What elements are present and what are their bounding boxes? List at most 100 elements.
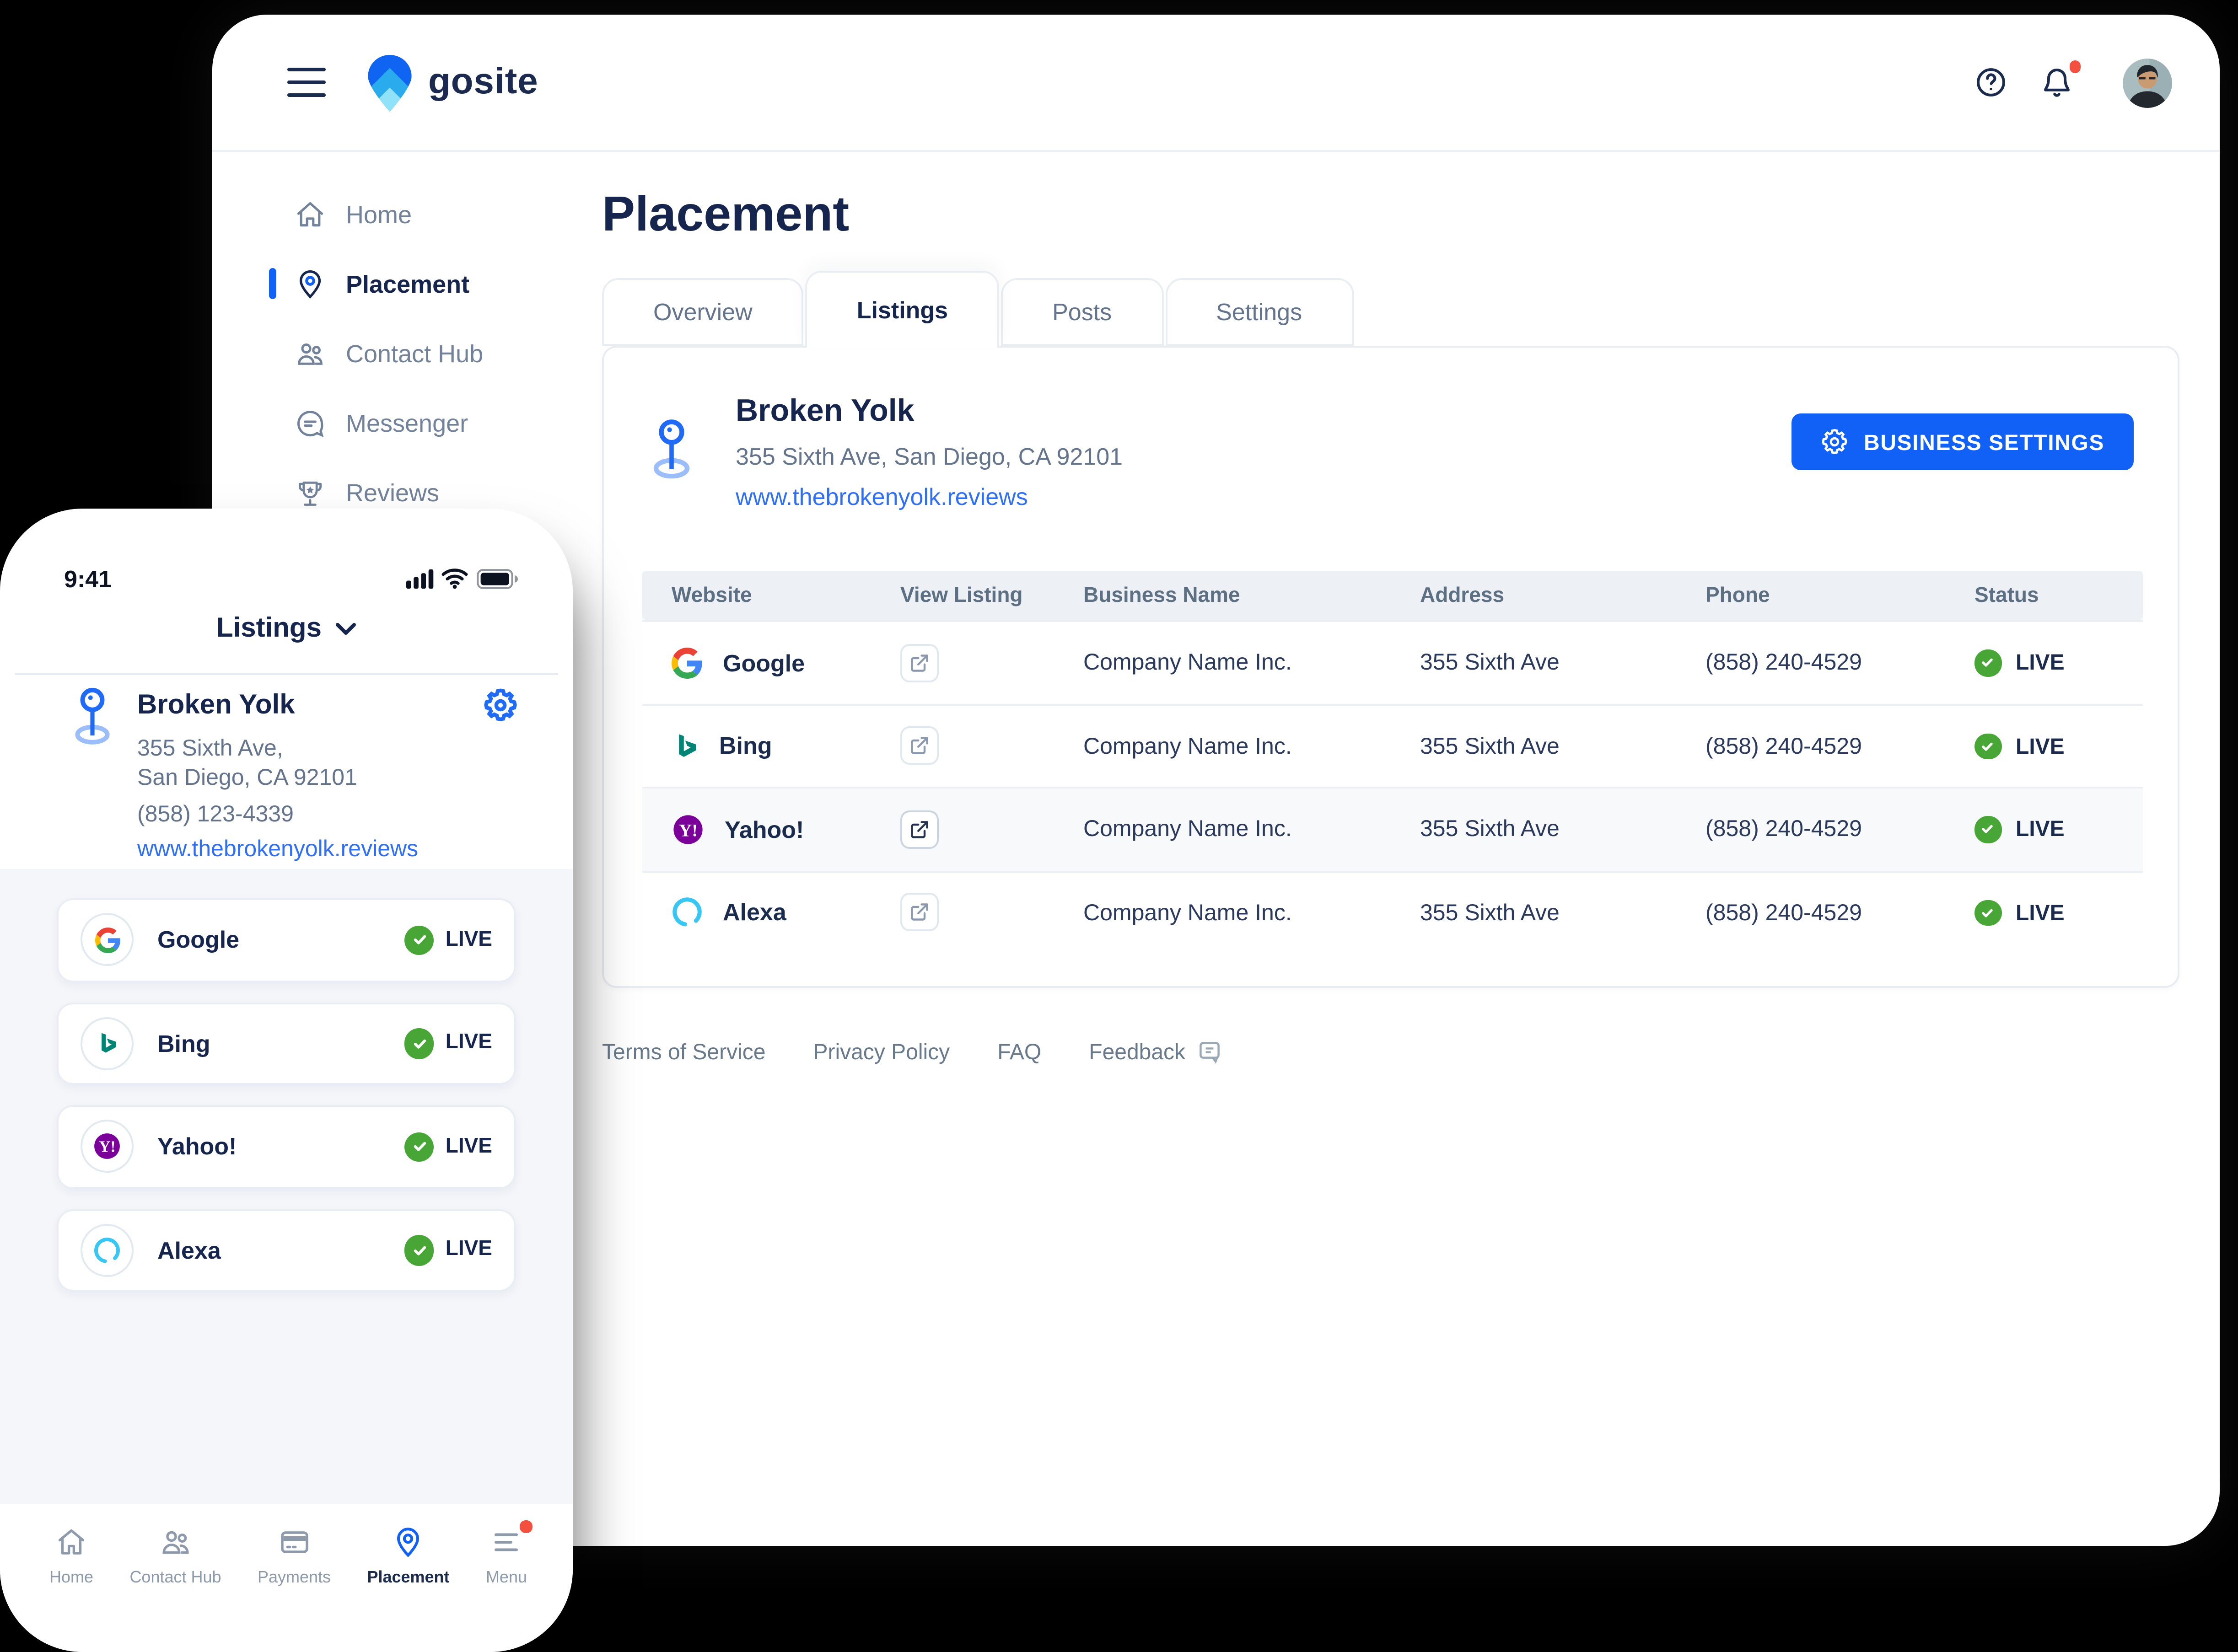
table-row-yahoo: Y! Yahoo! Company Name Inc. 355 Sixth Av…: [642, 787, 2143, 870]
chevron-down-icon: [335, 622, 355, 634]
home-icon: [55, 1526, 88, 1559]
business-website-link[interactable]: www.thebrokenyolk.reviews: [736, 483, 1028, 510]
status-badge: LIVE: [404, 1235, 492, 1265]
business-address: 355 Sixth Ave, San Diego, CA 92101: [736, 443, 1123, 470]
google-icon: [672, 647, 702, 678]
phone-page-selector[interactable]: Listings: [0, 613, 573, 644]
business-address-line2: San Diego, CA 92101: [137, 765, 357, 790]
phone-bottom-nav: Home Contact Hub Payments Placement Menu: [0, 1504, 573, 1652]
sidebar-item-placement[interactable]: Placement: [212, 249, 587, 318]
feedback-bubble-icon: [1199, 1042, 1219, 1064]
tab-overview[interactable]: Overview: [602, 278, 804, 346]
col-view-listing: View Listing: [900, 585, 1023, 606]
menu-icon: [490, 1520, 532, 1559]
sidebar-item-home[interactable]: Home: [212, 179, 587, 249]
alexa-icon: [81, 1223, 134, 1277]
sidebar-item-label: Home: [346, 200, 412, 228]
col-status: Status: [1974, 585, 2039, 606]
phone-mockup: 9:41 Listings Broken Yolk 355 Sixth Ave,…: [0, 509, 573, 1652]
nav-item-contact-hub[interactable]: Contact Hub: [129, 1526, 221, 1652]
list-item-bing[interactable]: Bing LIVE: [57, 1002, 516, 1085]
view-listing-button[interactable]: [900, 644, 939, 682]
business-address-line1: 355 Sixth Ave,: [137, 735, 283, 761]
col-website: Website: [672, 585, 752, 606]
footer: Terms of Service Privacy Policy FAQ Feed…: [602, 1039, 1222, 1065]
sidebar: Home Placement Contact Hub Messenger Rev…: [212, 179, 587, 527]
view-listing-button[interactable]: [900, 727, 939, 765]
status-badge: LIVE: [1974, 733, 2143, 759]
business-phone: (858) 123-4339: [137, 801, 294, 827]
footer-link-feedback[interactable]: Feedback: [1089, 1039, 1222, 1065]
phone-listings-list: Google LIVE Bing LIVE Y! Yahoo! LIVE Ale…: [0, 869, 573, 1504]
footer-link-privacy[interactable]: Privacy Policy: [813, 1039, 950, 1065]
tab-posts[interactable]: Posts: [1001, 278, 1163, 346]
external-link-icon: [911, 737, 928, 755]
gear-icon: [1821, 429, 1846, 454]
sidebar-item-messenger[interactable]: Messenger: [212, 388, 587, 457]
business-settings-button[interactable]: BUSINESS SETTINGS: [1791, 413, 2134, 470]
hamburger-menu-icon[interactable]: [287, 67, 326, 98]
sidebar-item-label: Contact Hub: [346, 339, 484, 367]
business-name: Broken Yolk: [736, 393, 915, 428]
table-header: Website View Listing Business Name Addre…: [642, 571, 2143, 620]
list-item-yahoo[interactable]: Y! Yahoo! LIVE: [57, 1105, 516, 1188]
brand-name: gosite: [428, 61, 538, 102]
status-bar-icons: [406, 567, 520, 589]
nav-item-placement[interactable]: Placement: [367, 1526, 450, 1652]
yahoo-icon: Y!: [81, 1120, 134, 1173]
tab-listings[interactable]: Listings: [805, 271, 1000, 348]
col-address: Address: [1420, 585, 1505, 606]
view-listing-button[interactable]: [900, 810, 939, 848]
col-phone: Phone: [1705, 585, 1770, 606]
cellular-signal-icon: [406, 568, 434, 588]
yahoo-icon: Y!: [673, 815, 703, 844]
business-name: Broken Yolk: [137, 690, 295, 721]
main-content: Placement Overview Listings Posts Settin…: [602, 15, 2220, 1546]
col-business-name: Business Name: [1083, 585, 1240, 606]
nav-item-payments[interactable]: Payments: [258, 1526, 331, 1652]
business-website-link[interactable]: www.thebrokenyolk.reviews: [137, 836, 418, 862]
chat-icon: [297, 410, 324, 436]
tab-settings[interactable]: Settings: [1165, 278, 1354, 346]
alexa-icon: [672, 898, 702, 927]
contacts-icon: [298, 343, 323, 364]
view-listing-button[interactable]: [900, 893, 939, 932]
business-settings-gear-icon[interactable]: [483, 688, 518, 723]
google-icon: [81, 913, 134, 966]
menu-notification-dot: [520, 1520, 532, 1532]
sidebar-item-contact-hub[interactable]: Contact Hub: [212, 318, 587, 388]
table-row-alexa: Alexa Company Name Inc. 355 Sixth Ave (8…: [642, 870, 2143, 953]
tab-bar: Overview Listings Posts Settings: [602, 271, 1355, 348]
status-badge: LIVE: [1974, 649, 2143, 676]
listings-panel: Broken Yolk 355 Sixth Ave, San Diego, CA…: [602, 346, 2179, 988]
battery-icon: [477, 568, 518, 588]
svg-text:Y!: Y!: [679, 820, 698, 840]
list-item-alexa[interactable]: Alexa LIVE: [57, 1208, 516, 1292]
footer-link-terms[interactable]: Terms of Service: [602, 1039, 765, 1065]
sidebar-item-label: Reviews: [346, 478, 440, 506]
status-badge: LIVE: [1974, 899, 2143, 926]
marketing-composite: gosite Home Placement Contact Hub Messen…: [0, 0, 2238, 1652]
status-bar-time: 9:41: [64, 565, 112, 593]
placement-pin-icon: [299, 269, 321, 298]
table-row-google: Google Company Name Inc. 355 Sixth Ave (…: [642, 620, 2143, 703]
status-badge: LIVE: [1974, 816, 2143, 842]
list-item-google[interactable]: Google LIVE: [57, 898, 516, 982]
status-badge: LIVE: [404, 1132, 492, 1162]
bing-icon: [81, 1017, 134, 1070]
divider: [15, 673, 558, 675]
footer-link-faq[interactable]: FAQ: [997, 1039, 1041, 1065]
contacts-icon: [159, 1526, 192, 1559]
credit-card-icon: [278, 1526, 311, 1559]
nav-item-home[interactable]: Home: [49, 1526, 93, 1652]
page-title: Placement: [602, 187, 850, 241]
placement-pin-icon: [392, 1526, 425, 1559]
nav-item-menu[interactable]: Menu: [486, 1520, 532, 1652]
external-link-icon: [911, 654, 928, 671]
bing-icon: [679, 735, 696, 757]
sidebar-item-label: Messenger: [346, 409, 468, 436]
gosite-logo: gosite: [368, 54, 538, 111]
listings-table: Website View Listing Business Name Addre…: [642, 571, 2143, 953]
status-badge: LIVE: [404, 1028, 492, 1058]
active-indicator: [269, 268, 276, 299]
